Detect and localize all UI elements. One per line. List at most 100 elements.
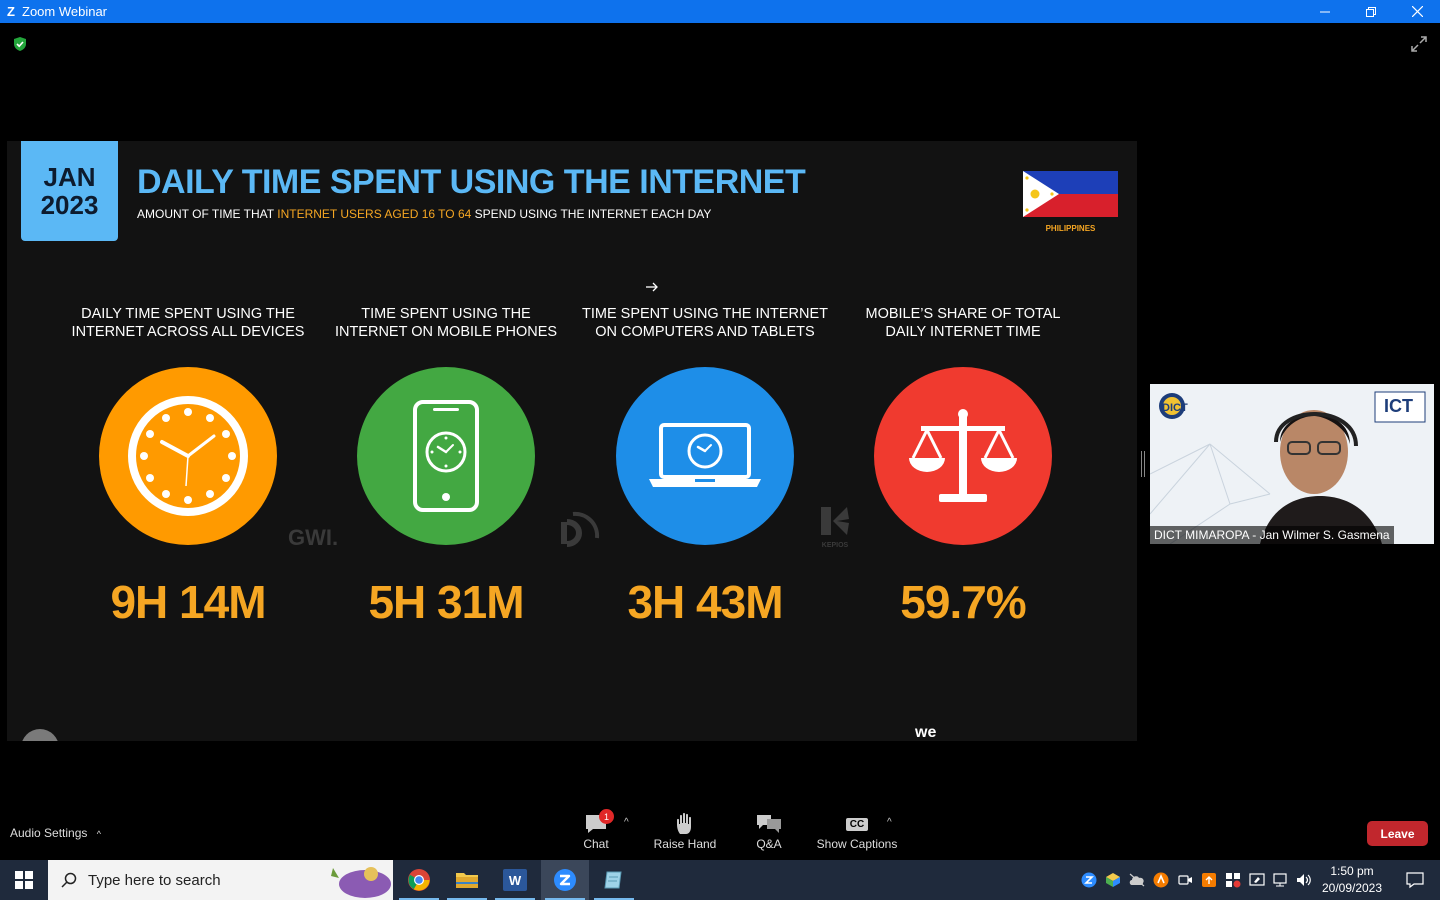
- stat-value: 5H 31M: [368, 576, 524, 628]
- raise-hand-icon: [677, 812, 691, 834]
- zoom-icon: [554, 869, 576, 891]
- qa-icon-wrap: [750, 811, 788, 837]
- notification-icon: [1406, 872, 1424, 889]
- kepios-label: KEPIOS: [821, 542, 849, 549]
- raise-hand-button[interactable]: Raise Hand: [652, 811, 718, 851]
- taskbar-app-word[interactable]: W: [491, 860, 539, 900]
- stat-mobile-phones: TIME SPENT USING THE INTERNET ON MOBILE …: [316, 305, 576, 629]
- slide-subtitle: AMOUNT OF TIME THAT INTERNET USERS AGED …: [137, 207, 711, 221]
- tray-network-drive-icon[interactable]: [1125, 860, 1149, 900]
- participant-video-tile[interactable]: DICT ICT DICT MIMAROPA - Jan Wilmer S. G…: [1150, 384, 1434, 544]
- taskbar-app-chrome[interactable]: [395, 860, 443, 900]
- qa-button[interactable]: Q&A: [750, 811, 788, 851]
- stat-computers-tablets: TIME SPENT USING THE INTERNET ON COMPUTE…: [575, 305, 835, 629]
- clock-icon: [128, 396, 248, 516]
- meeting-area: JAN 2023 DAILY TIME SPENT USING THE INTE…: [0, 23, 1440, 805]
- philippines-flag-icon: [1023, 171, 1118, 217]
- window-titlebar: Z Zoom Webinar: [0, 0, 1440, 23]
- stat-label: DAILY TIME SPENT USING THE INTERNET ACRO…: [58, 305, 318, 345]
- taskbar-clock[interactable]: 1:50 pm 20/09/2023: [1316, 863, 1388, 897]
- audio-settings-label: Audio Settings: [10, 826, 88, 840]
- stat-label-line: DAILY TIME SPENT USING THE: [81, 306, 295, 322]
- slide-brand: we: [915, 724, 937, 741]
- participant-name: DICT MIMAROPA - Jan Wilmer S. Gasmena: [1150, 526, 1394, 544]
- clock-date: 20/09/2023: [1321, 881, 1383, 895]
- show-captions-label: Show Captions: [816, 837, 898, 851]
- raise-hand-icon-wrap: [652, 811, 718, 837]
- kepios-logo-icon: [821, 507, 849, 535]
- close-button[interactable]: [1394, 0, 1440, 23]
- tray-bluestacks-icon[interactable]: [1101, 860, 1125, 900]
- flag-label: PHILIPPINES: [1045, 224, 1096, 233]
- date-badge: JAN 2023: [21, 141, 118, 241]
- laptop-icon: [649, 423, 761, 487]
- qa-label: Q&A: [756, 837, 782, 851]
- minimize-button[interactable]: [1302, 0, 1348, 23]
- taskbar-app-zoom[interactable]: [541, 860, 589, 900]
- stat-label-line: ON COMPUTERS AND TABLETS: [595, 324, 815, 340]
- captions-options-caret-icon[interactable]: ^: [887, 817, 892, 828]
- taskbar-app-notepad[interactable]: [590, 860, 638, 900]
- chat-options-caret-icon[interactable]: ^: [624, 817, 629, 828]
- chat-label: Chat: [583, 837, 609, 851]
- stat-value: 9H 14M: [110, 576, 266, 628]
- stat-label-line: TIME SPENT USING THE INTERNET: [582, 306, 828, 322]
- ict-month-logo-text: ICT: [1384, 396, 1413, 416]
- stat-label-line: DAILY INTERNET TIME: [885, 324, 1041, 340]
- tray-update-icon[interactable]: [1197, 860, 1221, 900]
- stat-label: MOBILE’S SHARE OF TOTAL DAILY INTERNET T…: [833, 305, 1093, 345]
- tray-meet-now-icon[interactable]: [1173, 860, 1197, 900]
- tray-windows-security-icon[interactable]: [1221, 860, 1245, 900]
- tray-volume-icon[interactable]: [1293, 860, 1317, 900]
- stat-total-devices: DAILY TIME SPENT USING THE INTERNET ACRO…: [58, 305, 318, 629]
- subtitle-part-2: SPEND USING THE INTERNET EACH DAY: [471, 207, 712, 221]
- action-center-button[interactable]: [1395, 860, 1435, 900]
- encryption-shield-icon[interactable]: [12, 36, 28, 52]
- stat-circle: [357, 367, 535, 545]
- tray-avast-icon[interactable]: [1149, 860, 1173, 900]
- subtitle-part-1: AMOUNT OF TIME THAT: [137, 207, 278, 221]
- search-icon: [61, 872, 77, 888]
- taskbar-app-file-explorer[interactable]: [443, 860, 491, 900]
- fullscreen-icon[interactable]: [1410, 35, 1428, 53]
- date-year: 2023: [40, 190, 99, 220]
- tray-network-icon[interactable]: [1269, 860, 1293, 900]
- taskbar-search-box[interactable]: Type here to search: [48, 860, 393, 900]
- restore-button[interactable]: [1348, 0, 1394, 23]
- mouse-cursor-icon: [646, 282, 658, 292]
- search-placeholder: Type here to search: [88, 871, 221, 889]
- start-button[interactable]: [0, 860, 48, 900]
- audio-settings-button[interactable]: Audio Settings ^: [10, 826, 101, 840]
- datareportal-logo-icon: [561, 511, 600, 547]
- minimize-icon: [1320, 11, 1330, 12]
- clock-time: 1:50 pm: [1330, 864, 1374, 878]
- leave-button[interactable]: Leave: [1367, 821, 1428, 846]
- window-controls: [1302, 0, 1440, 23]
- zoom-logo-icon: Z: [7, 4, 15, 19]
- balance-scale-icon: [909, 409, 1017, 502]
- stat-mobile-share: MOBILE’S SHARE OF TOTAL DAILY INTERNET T…: [833, 305, 1093, 629]
- tray-ink-workspace-icon[interactable]: [1245, 860, 1269, 900]
- dict-logo-text: DICT: [1162, 402, 1188, 414]
- search-highlight-illustration-icon: [331, 867, 391, 898]
- chevron-up-icon: ^: [96, 829, 101, 839]
- stat-label: TIME SPENT USING THE INTERNET ON MOBILE …: [316, 305, 576, 345]
- stat-label-line: MOBILE’S SHARE OF TOTAL: [865, 306, 1061, 322]
- stat-label: TIME SPENT USING THE INTERNET ON COMPUTE…: [575, 305, 835, 345]
- chat-unread-badge: 1: [599, 809, 614, 824]
- stat-label-line: INTERNET ON MOBILE PHONES: [334, 324, 558, 340]
- slide-footer-circle: [21, 729, 59, 741]
- kepios-watermark: KEPIOS: [819, 505, 851, 549]
- stat-value: 59.7%: [900, 576, 1026, 628]
- windows-taskbar: Type here to search W 1:50 pm 20/09/2023: [0, 860, 1440, 900]
- closed-captions-icon: CC: [845, 817, 869, 831]
- stat-label-line: INTERNET ACROSS ALL DEVICES: [71, 324, 305, 340]
- video-panel-resize-handle[interactable]: [1141, 451, 1145, 477]
- mobile-phone-icon: [413, 400, 479, 512]
- notepad-icon: [604, 871, 622, 889]
- word-icon: W: [503, 869, 527, 891]
- date-month: JAN: [43, 162, 96, 192]
- windows-logo-icon: [15, 871, 33, 889]
- tray-zoom-icon[interactable]: [1077, 860, 1101, 900]
- meeting-toolbar: Audio Settings ^ Chat 1 ^ Raise Hand Q&A: [0, 805, 1440, 860]
